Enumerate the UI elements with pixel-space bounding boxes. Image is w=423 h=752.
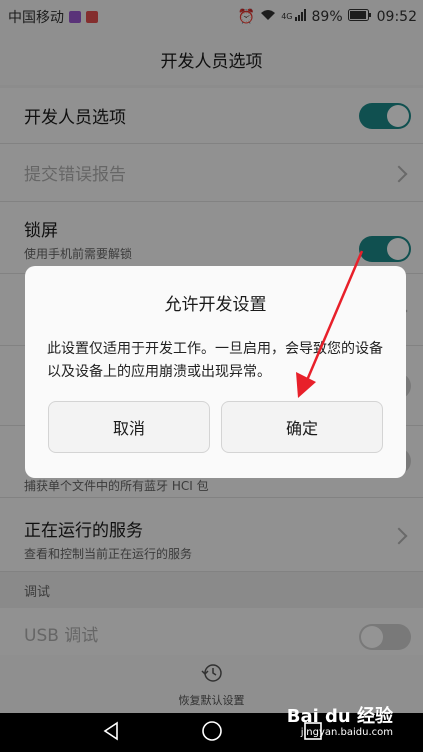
confirm-label: 确定 — [285, 419, 318, 438]
watermark-url: jingyan.baidu.com — [300, 727, 393, 738]
dialog-title: 允许开发设置 — [164, 295, 267, 315]
enable-dev-settings-dialog: 允许开发设置 此设置仅适用于开发工作。一旦启用，会导致您的设备以及设备上的应用崩… — [25, 266, 406, 478]
baidu-jingyan-watermark: Bai du 经验 jingyan.baidu.com — [287, 707, 393, 738]
confirm-button[interactable]: 确定 — [221, 401, 383, 453]
cancel-label: 取消 — [112, 419, 145, 438]
watermark-logo: Bai du 经验 — [286, 706, 393, 728]
dialog-message: 此设置仅适用于开发工作。一旦启用，会导致您的设备以及设备上的应用崩溃或出现异常。 — [47, 341, 383, 380]
back-icon[interactable] — [100, 720, 122, 746]
cancel-button[interactable]: 取消 — [48, 401, 210, 453]
home-icon[interactable] — [201, 720, 223, 746]
